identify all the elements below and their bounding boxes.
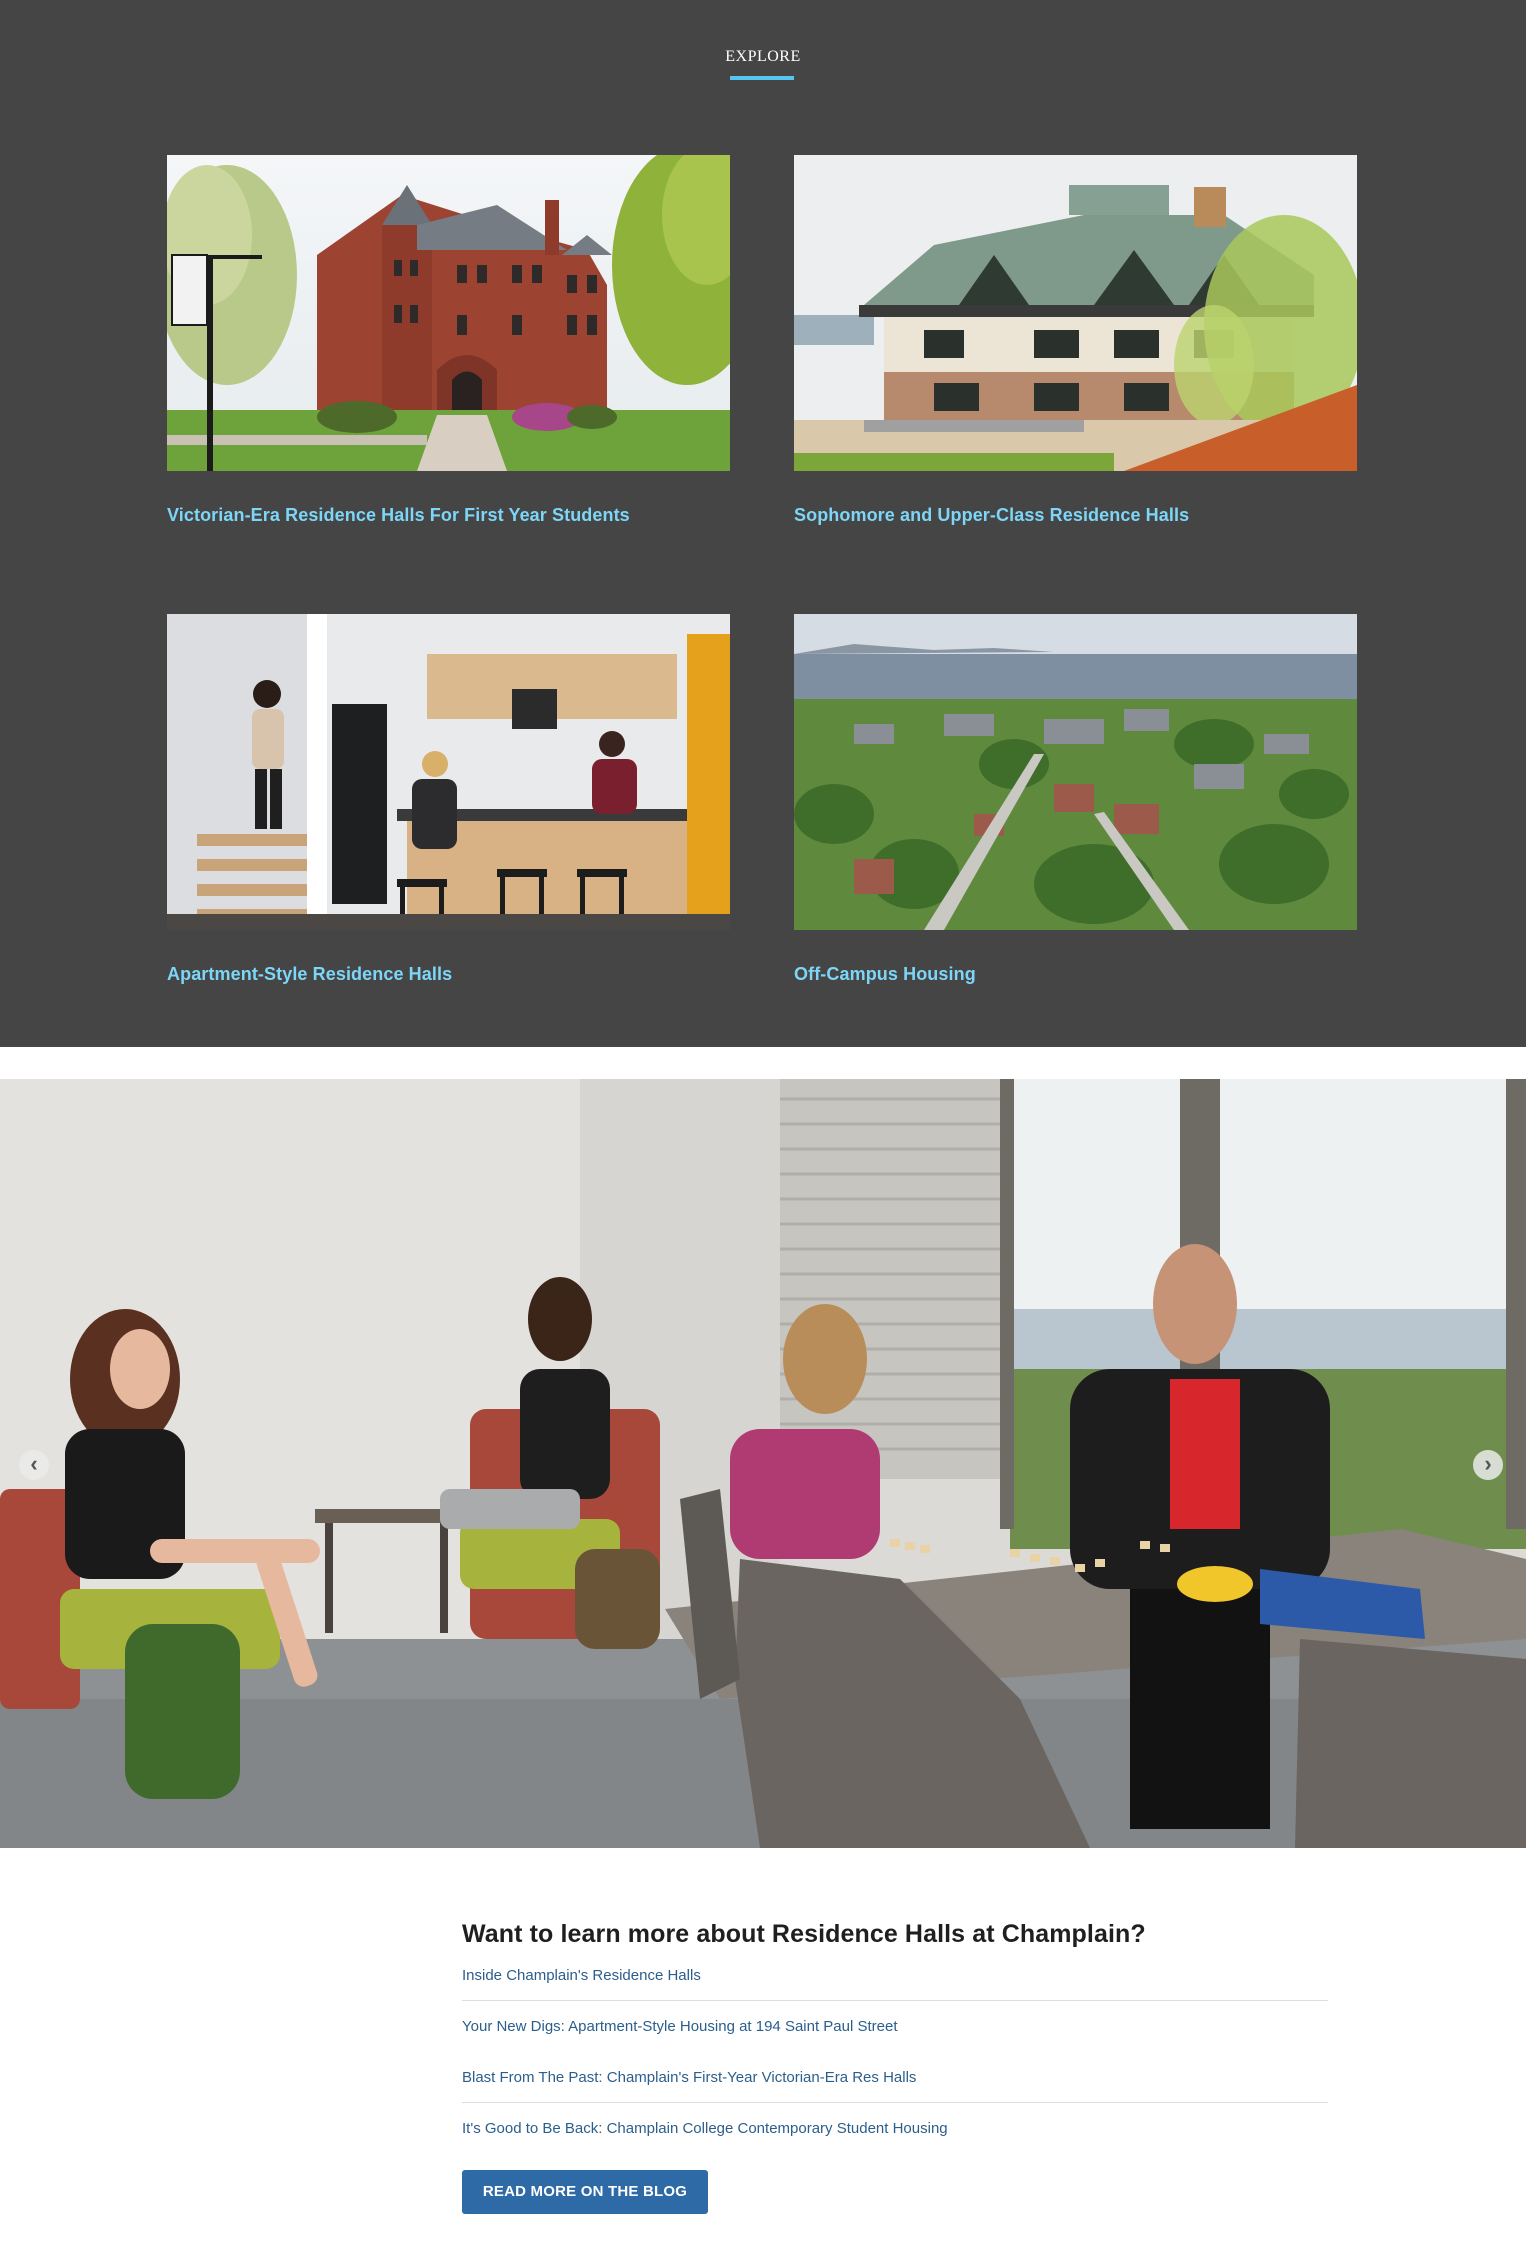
card-title-upper-class[interactable]: Sophomore and Upper-Class Residence Hall… <box>794 505 1357 526</box>
card-apartment-halls[interactable]: Apartment-Style Residence Halls <box>167 614 730 994</box>
blog-divider <box>462 2102 1328 2103</box>
card-upper-class-halls[interactable]: Sophomore and Upper-Class Residence Hall… <box>794 155 1357 535</box>
modern-residence-hall-photo[interactable] <box>794 155 1357 471</box>
card-title-off-campus[interactable]: Off-Campus Housing <box>794 964 1357 985</box>
apartment-kitchen-photo[interactable] <box>167 614 730 930</box>
chevron-right-icon: › <box>1484 1451 1492 1476</box>
explore-section: EXPLORE Victorian-Era Residence Halls Fo… <box>0 0 1526 1047</box>
blog-divider <box>462 2000 1328 2001</box>
read-more-blog-button[interactable]: READ MORE ON THE BLOG <box>462 2170 708 2214</box>
blog-link-victorian-era[interactable]: Blast From The Past: Champlain's First-Y… <box>462 2069 916 2086</box>
card-title-victorian[interactable]: Victorian-Era Residence Halls For First … <box>167 505 730 526</box>
photo-carousel: ‹ › <box>0 1079 1526 1848</box>
explore-heading: EXPLORE <box>725 48 801 65</box>
blog-section: Want to learn more about Residence Halls… <box>462 1920 1328 2220</box>
card-title-apartment[interactable]: Apartment-Style Residence Halls <box>167 964 730 985</box>
aerial-town-photo[interactable] <box>794 614 1357 930</box>
carousel-next-button[interactable]: › <box>1473 1450 1503 1480</box>
victorian-mansion-photo[interactable] <box>167 155 730 471</box>
blog-link-contemporary-housing[interactable]: It's Good to Be Back: Champlain College … <box>462 2120 948 2137</box>
blog-heading: Want to learn more about Residence Halls… <box>462 1920 1146 1948</box>
card-off-campus[interactable]: Off-Campus Housing <box>794 614 1357 994</box>
carousel-prev-button[interactable]: ‹ <box>19 1450 49 1480</box>
chevron-left-icon: ‹ <box>30 1451 38 1476</box>
explore-underline <box>730 76 794 80</box>
card-victorian-halls[interactable]: Victorian-Era Residence Halls For First … <box>167 155 730 535</box>
students-lounge-scrabble-photo <box>0 1079 1526 1848</box>
blog-link-inside-halls[interactable]: Inside Champlain's Residence Halls <box>462 1967 701 1984</box>
blog-link-apartment-style[interactable]: Your New Digs: Apartment-Style Housing a… <box>462 2018 898 2035</box>
